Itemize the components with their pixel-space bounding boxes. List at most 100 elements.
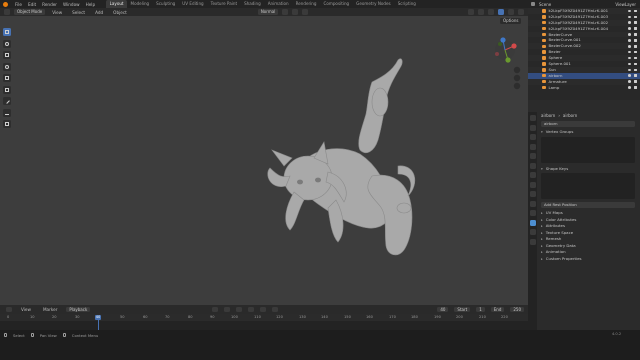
output-tab-icon[interactable]	[529, 134, 536, 140]
camera-icon[interactable]	[634, 68, 637, 72]
solid-shading-icon[interactable]	[498, 9, 504, 15]
scene-tab-icon[interactable]	[529, 153, 536, 159]
particles-tab-icon[interactable]	[529, 191, 536, 197]
add-rest-position-checkbox[interactable]: Add Rest Position	[541, 202, 635, 208]
workspace-tab-shading[interactable]: Shading	[241, 0, 265, 8]
viewport-menu-add[interactable]: Add	[92, 10, 106, 15]
next-keyframe-icon[interactable]	[260, 306, 267, 313]
eye-icon[interactable]	[628, 15, 631, 19]
timeline-editor-icon[interactable]	[6, 306, 12, 313]
eye-icon[interactable]	[628, 86, 631, 89]
measure-tool-icon[interactable]	[3, 108, 11, 117]
viewport-menu-select[interactable]: Select	[69, 10, 88, 15]
mesh-data-tab-icon[interactable]	[529, 219, 536, 226]
workspace-tab-animation[interactable]: Animation	[264, 0, 292, 8]
camera-icon[interactable]	[634, 27, 637, 30]
cursor-tool-icon[interactable]	[3, 39, 11, 48]
3d-viewport[interactable]	[0, 16, 528, 305]
xray-icon[interactable]	[488, 9, 494, 15]
transform-orientation-dropdown[interactable]: Normal	[257, 9, 279, 15]
eye-icon[interactable]	[628, 62, 631, 66]
eye-icon[interactable]	[628, 27, 631, 30]
timeline-menu-marker[interactable]: Marker	[40, 307, 60, 312]
panel-custom-properties[interactable]: Custom Properties	[538, 256, 638, 263]
workspace-tab-uv-editing[interactable]: UV Editing	[179, 0, 207, 8]
mesh-datablock-field[interactable]: airborn	[541, 121, 635, 127]
tool-tab-icon[interactable]	[529, 115, 536, 121]
eye-icon[interactable]	[628, 45, 631, 48]
object-tab-icon[interactable]	[529, 172, 536, 178]
eye-icon[interactable]	[628, 33, 631, 36]
play-icon[interactable]	[248, 306, 255, 313]
eye-icon[interactable]	[628, 9, 631, 13]
playback-dropdown[interactable]: Playback	[66, 306, 91, 313]
render-tab-icon[interactable]	[529, 124, 536, 131]
camera-icon[interactable]	[634, 21, 637, 24]
eye-icon[interactable]	[628, 80, 631, 83]
shape-keys-list[interactable]	[541, 173, 635, 199]
prev-keyframe-icon[interactable]	[224, 306, 231, 313]
view-layer-name[interactable]: ViewLayer	[615, 2, 640, 7]
camera-icon[interactable]	[634, 86, 637, 89]
scale-tool-icon[interactable]	[3, 74, 11, 82]
viewport-menu-object[interactable]: Object	[110, 10, 130, 15]
camera-icon[interactable]	[634, 15, 637, 19]
transform-tool-icon[interactable]	[3, 85, 11, 94]
panel-shape-keys[interactable]: Shape Keys	[538, 166, 638, 173]
menu-render[interactable]: Render	[39, 2, 60, 7]
timeline-menu-view[interactable]: View	[18, 307, 34, 312]
blender-logo-icon[interactable]	[3, 1, 8, 7]
workspace-tab-rendering[interactable]: Rendering	[292, 0, 320, 8]
annotate-tool-icon[interactable]	[3, 97, 11, 105]
workspace-tab-sculpting[interactable]: Sculpting	[153, 0, 179, 8]
outliner-row[interactable]: Lamp	[528, 85, 640, 91]
view-layer-tab-icon[interactable]	[529, 143, 536, 150]
overlays-icon[interactable]	[478, 9, 484, 15]
camera-icon[interactable]	[634, 74, 637, 77]
menu-window[interactable]: Window	[60, 2, 83, 7]
menu-edit[interactable]: Edit	[25, 2, 39, 7]
workspace-tab-compositing[interactable]: Compositing	[320, 0, 353, 8]
workspace-tab-scripting[interactable]: Scripting	[394, 0, 419, 8]
workspace-tab-geometry-nodes[interactable]: Geometry Nodes	[353, 0, 395, 8]
eye-icon[interactable]	[628, 56, 631, 60]
jump-end-icon[interactable]	[272, 306, 279, 313]
mode-dropdown[interactable]: Object Mode	[14, 9, 46, 15]
eye-icon[interactable]	[628, 21, 631, 24]
end-frame-field[interactable]: 250	[510, 306, 524, 313]
move-tool-icon[interactable]	[3, 51, 11, 59]
menu-help[interactable]: Help	[83, 2, 99, 7]
eye-icon[interactable]	[628, 74, 631, 77]
visibility-icon[interactable]	[468, 9, 474, 15]
current-frame-field[interactable]: 40	[437, 306, 449, 313]
menu-file[interactable]: File	[12, 2, 25, 7]
camera-icon[interactable]	[634, 56, 637, 60]
material-tab-icon[interactable]	[529, 229, 536, 235]
camera-icon[interactable]	[634, 80, 637, 83]
camera-icon[interactable]	[634, 39, 637, 42]
editor-type-icon[interactable]	[4, 9, 10, 15]
scene-name[interactable]: Scene	[539, 2, 551, 7]
snap-icon[interactable]	[292, 9, 299, 15]
rendered-shading-icon[interactable]	[518, 9, 524, 15]
workspace-tab-texture-paint[interactable]: Texture Paint	[207, 0, 240, 8]
workspace-tab-layout[interactable]: Layout	[106, 0, 128, 8]
camera-icon[interactable]	[634, 45, 637, 48]
camera-icon[interactable]	[634, 62, 637, 66]
texture-tab-icon[interactable]	[529, 238, 536, 245]
eye-icon[interactable]	[628, 50, 631, 54]
jump-start-icon[interactable]	[212, 306, 219, 313]
camera-icon[interactable]	[634, 50, 637, 54]
world-tab-icon[interactable]	[529, 162, 536, 169]
options-dropdown[interactable]: Options	[500, 18, 522, 24]
proportional-edit-icon[interactable]	[302, 9, 309, 15]
camera-icon[interactable]	[634, 33, 637, 36]
add-cube-tool-icon[interactable]	[3, 120, 11, 128]
eye-icon[interactable]	[628, 68, 631, 72]
constraints-tab-icon[interactable]	[529, 210, 536, 216]
viewport-menu-view[interactable]: View	[49, 10, 65, 15]
rotate-tool-icon[interactable]	[3, 62, 11, 71]
pivot-icon[interactable]	[282, 9, 289, 15]
start-frame-field[interactable]: 1	[476, 306, 485, 313]
eye-icon[interactable]	[628, 39, 631, 42]
